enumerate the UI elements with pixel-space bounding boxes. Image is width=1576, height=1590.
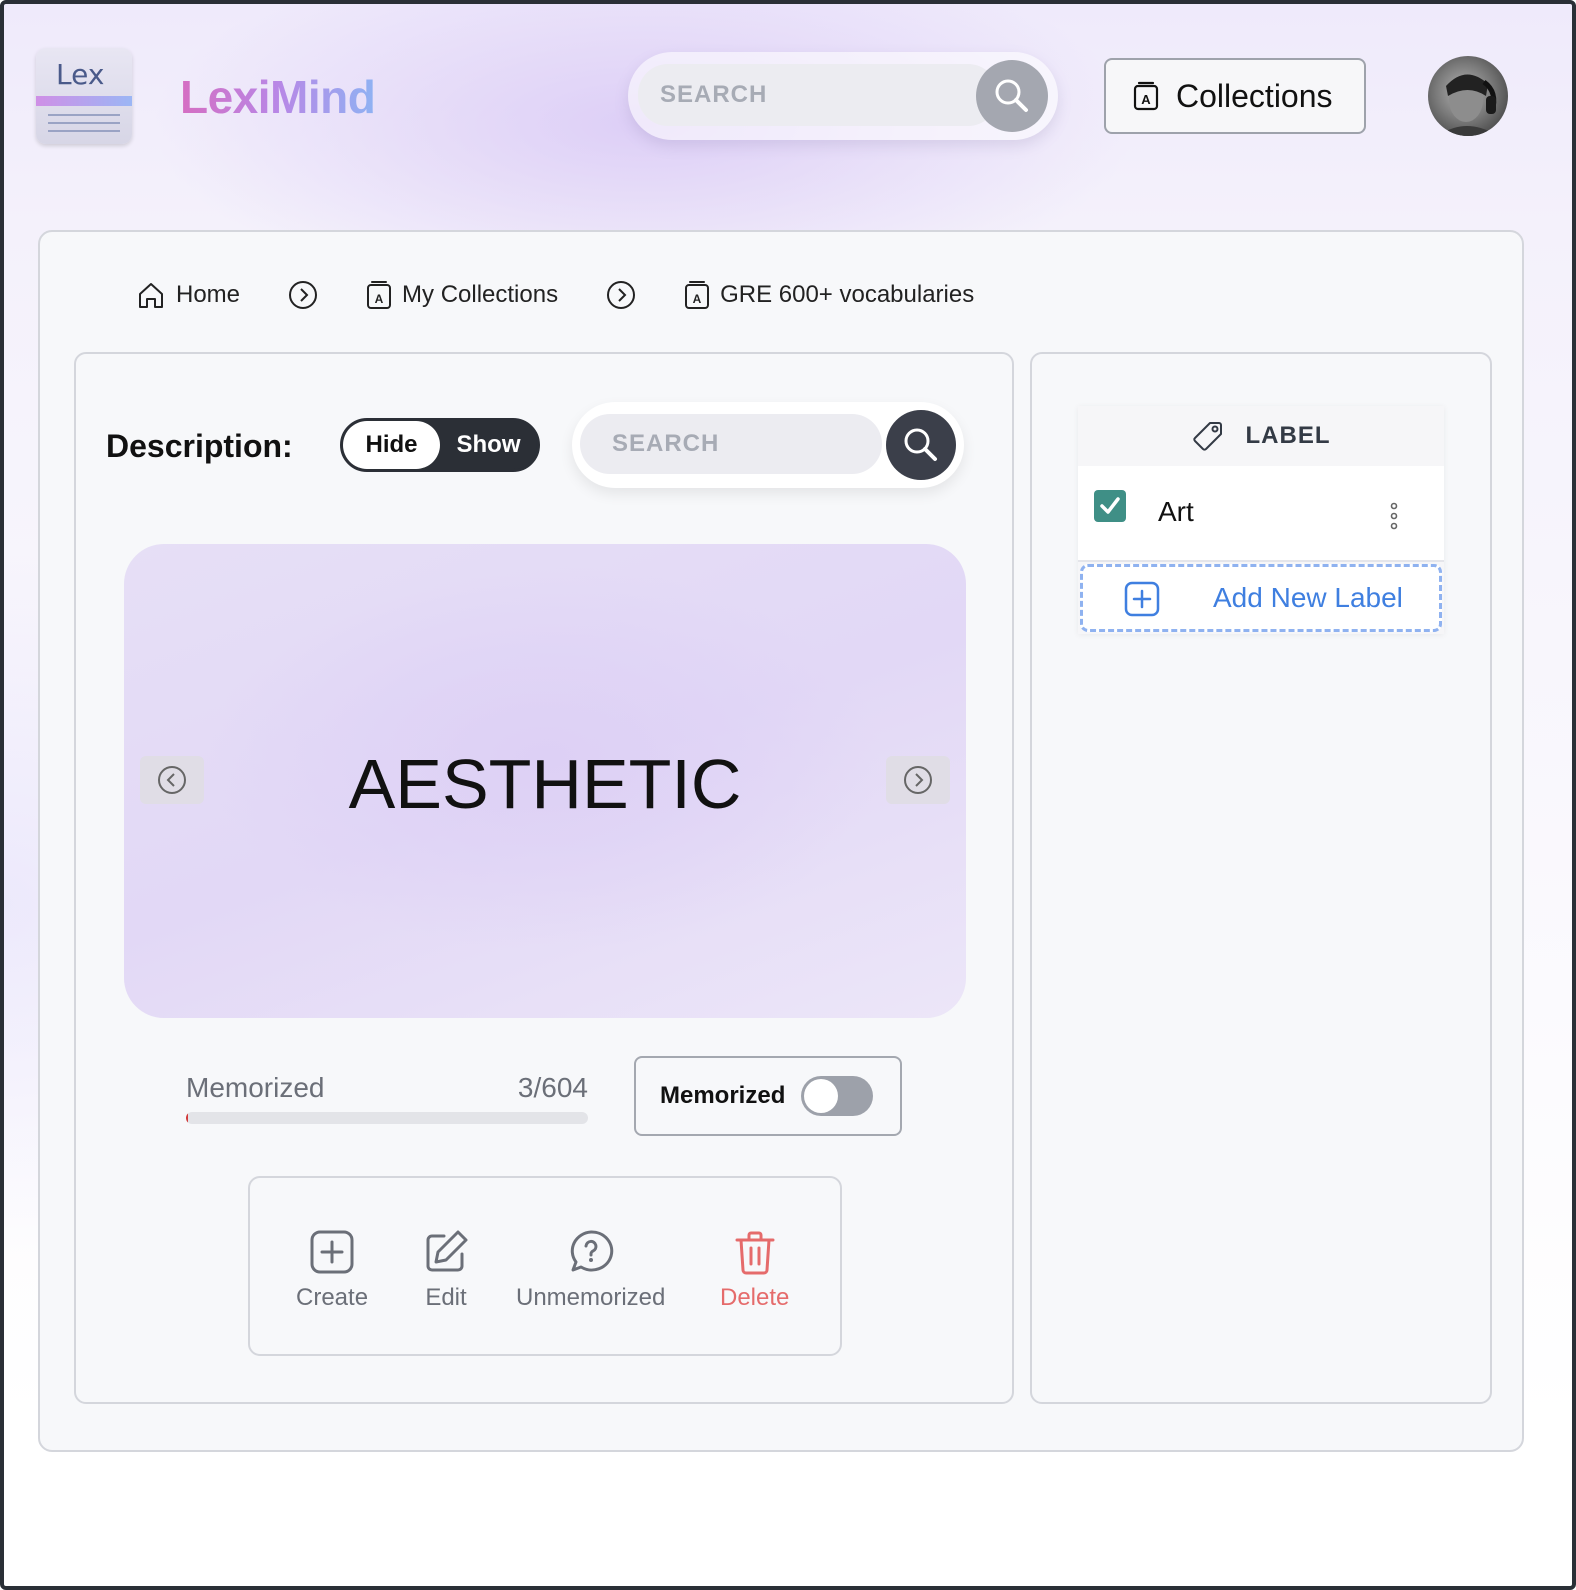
brand-name[interactable]: LexiMind [180, 70, 376, 124]
svg-text:A: A [693, 292, 702, 306]
breadcrumb-home[interactable]: Home [136, 280, 240, 310]
progress-fill [186, 1112, 188, 1124]
collection-icon: A [1133, 81, 1159, 111]
description-label: Description: [106, 428, 293, 464]
logo-text: Lex [56, 58, 105, 91]
edit-label: Edit [425, 1284, 467, 1311]
switch-knob [804, 1079, 839, 1113]
app-logo[interactable]: Lex [36, 48, 132, 144]
collection-icon: A [685, 281, 710, 309]
user-avatar[interactable] [1428, 56, 1508, 136]
memorized-progress: Memorized 3/604 [186, 1072, 588, 1124]
word-search-button[interactable] [886, 410, 956, 480]
word-search [572, 402, 964, 488]
progress-bar [186, 1112, 588, 1124]
home-icon [139, 283, 163, 308]
breadcrumb-current-label: GRE 600+ vocabularies [720, 281, 975, 308]
add-new-label-text: Add New Label [1213, 582, 1403, 613]
delete-label: Delete [720, 1284, 790, 1311]
search-icon [904, 428, 937, 461]
svg-text:A: A [1141, 92, 1151, 107]
collections-label: Collections [1176, 77, 1333, 114]
create-button[interactable]: Create [296, 1228, 368, 1312]
svg-text:A: A [375, 292, 384, 306]
question-bubble-icon [570, 1230, 613, 1272]
next-card-button[interactable] [886, 756, 950, 804]
checkmark-icon [1100, 497, 1120, 514]
unmemorized-label: Unmemorized [516, 1284, 666, 1311]
edit-icon [426, 1230, 468, 1272]
create-label: Create [296, 1284, 369, 1311]
collection-icon: A [367, 281, 392, 309]
show-description-button[interactable]: Show [440, 421, 537, 469]
search-icon [995, 79, 1028, 112]
plus-square-icon [310, 1230, 354, 1274]
progress-count: 3/604 [517, 1072, 588, 1103]
global-search-input[interactable] [638, 64, 998, 126]
unmemorized-button[interactable]: Unmemorized [516, 1228, 665, 1312]
chevron-right-icon [606, 280, 636, 310]
breadcrumb-current-collection[interactable]: A GRE 600+ vocabularies [684, 280, 974, 310]
flashcard-word: AESTHETIC [348, 745, 742, 823]
chevron-right-icon [904, 766, 932, 794]
flashcard[interactable]: AESTHETIC [124, 544, 966, 1018]
add-new-label-button[interactable]: Add New Label [1080, 564, 1442, 632]
labels-panel: LABEL Art Add New Label [1030, 352, 1492, 1404]
label-header: LABEL [1078, 406, 1444, 466]
description-toggle: Hide Show [340, 418, 540, 472]
word-search-input[interactable] [580, 414, 882, 474]
memorized-toggle-label: Memorized [660, 1082, 786, 1109]
hide-description-button[interactable]: Hide [343, 421, 440, 469]
breadcrumb-my-collections-label: My Collections [402, 281, 559, 308]
flashcard-panel: Description: Hide Show SEARCH AESTHETIC … [74, 352, 1014, 1404]
edit-button[interactable]: Edit [422, 1228, 470, 1312]
card-actions: Create Edit Unmemorized Delete [248, 1176, 842, 1356]
more-vertical-icon[interactable] [1384, 500, 1404, 532]
label-item-name: Art [1158, 496, 1194, 527]
progress-label: Memorized [186, 1072, 325, 1103]
tag-icon [1192, 422, 1222, 451]
main-card: Home A My Collections A GRE 600+ vocabul… [38, 230, 1524, 1452]
avatar-image [1438, 74, 1498, 136]
global-search [628, 52, 1058, 140]
global-search-button[interactable] [976, 60, 1048, 132]
label-card: LABEL Art Add New Label [1078, 406, 1444, 634]
breadcrumb: Home A My Collections A GRE 600+ vocabul… [136, 280, 974, 310]
trash-icon [735, 1231, 775, 1275]
label-heading: LABEL [1245, 422, 1331, 449]
memorized-toggle-box: Memorized [634, 1056, 902, 1136]
label-checkbox[interactable] [1094, 490, 1126, 522]
memorized-switch[interactable] [801, 1076, 874, 1116]
delete-button[interactable]: Delete [720, 1228, 789, 1312]
collections-button[interactable]: A Collections [1104, 58, 1366, 134]
chevron-right-icon [288, 280, 318, 310]
breadcrumb-my-collections[interactable]: A My Collections [366, 280, 558, 310]
label-item: Art [1078, 466, 1444, 562]
breadcrumb-home-label: Home [176, 281, 241, 308]
app-window: Lex LexiMind A Collections [0, 0, 1576, 1590]
plus-square-icon [1124, 581, 1160, 617]
